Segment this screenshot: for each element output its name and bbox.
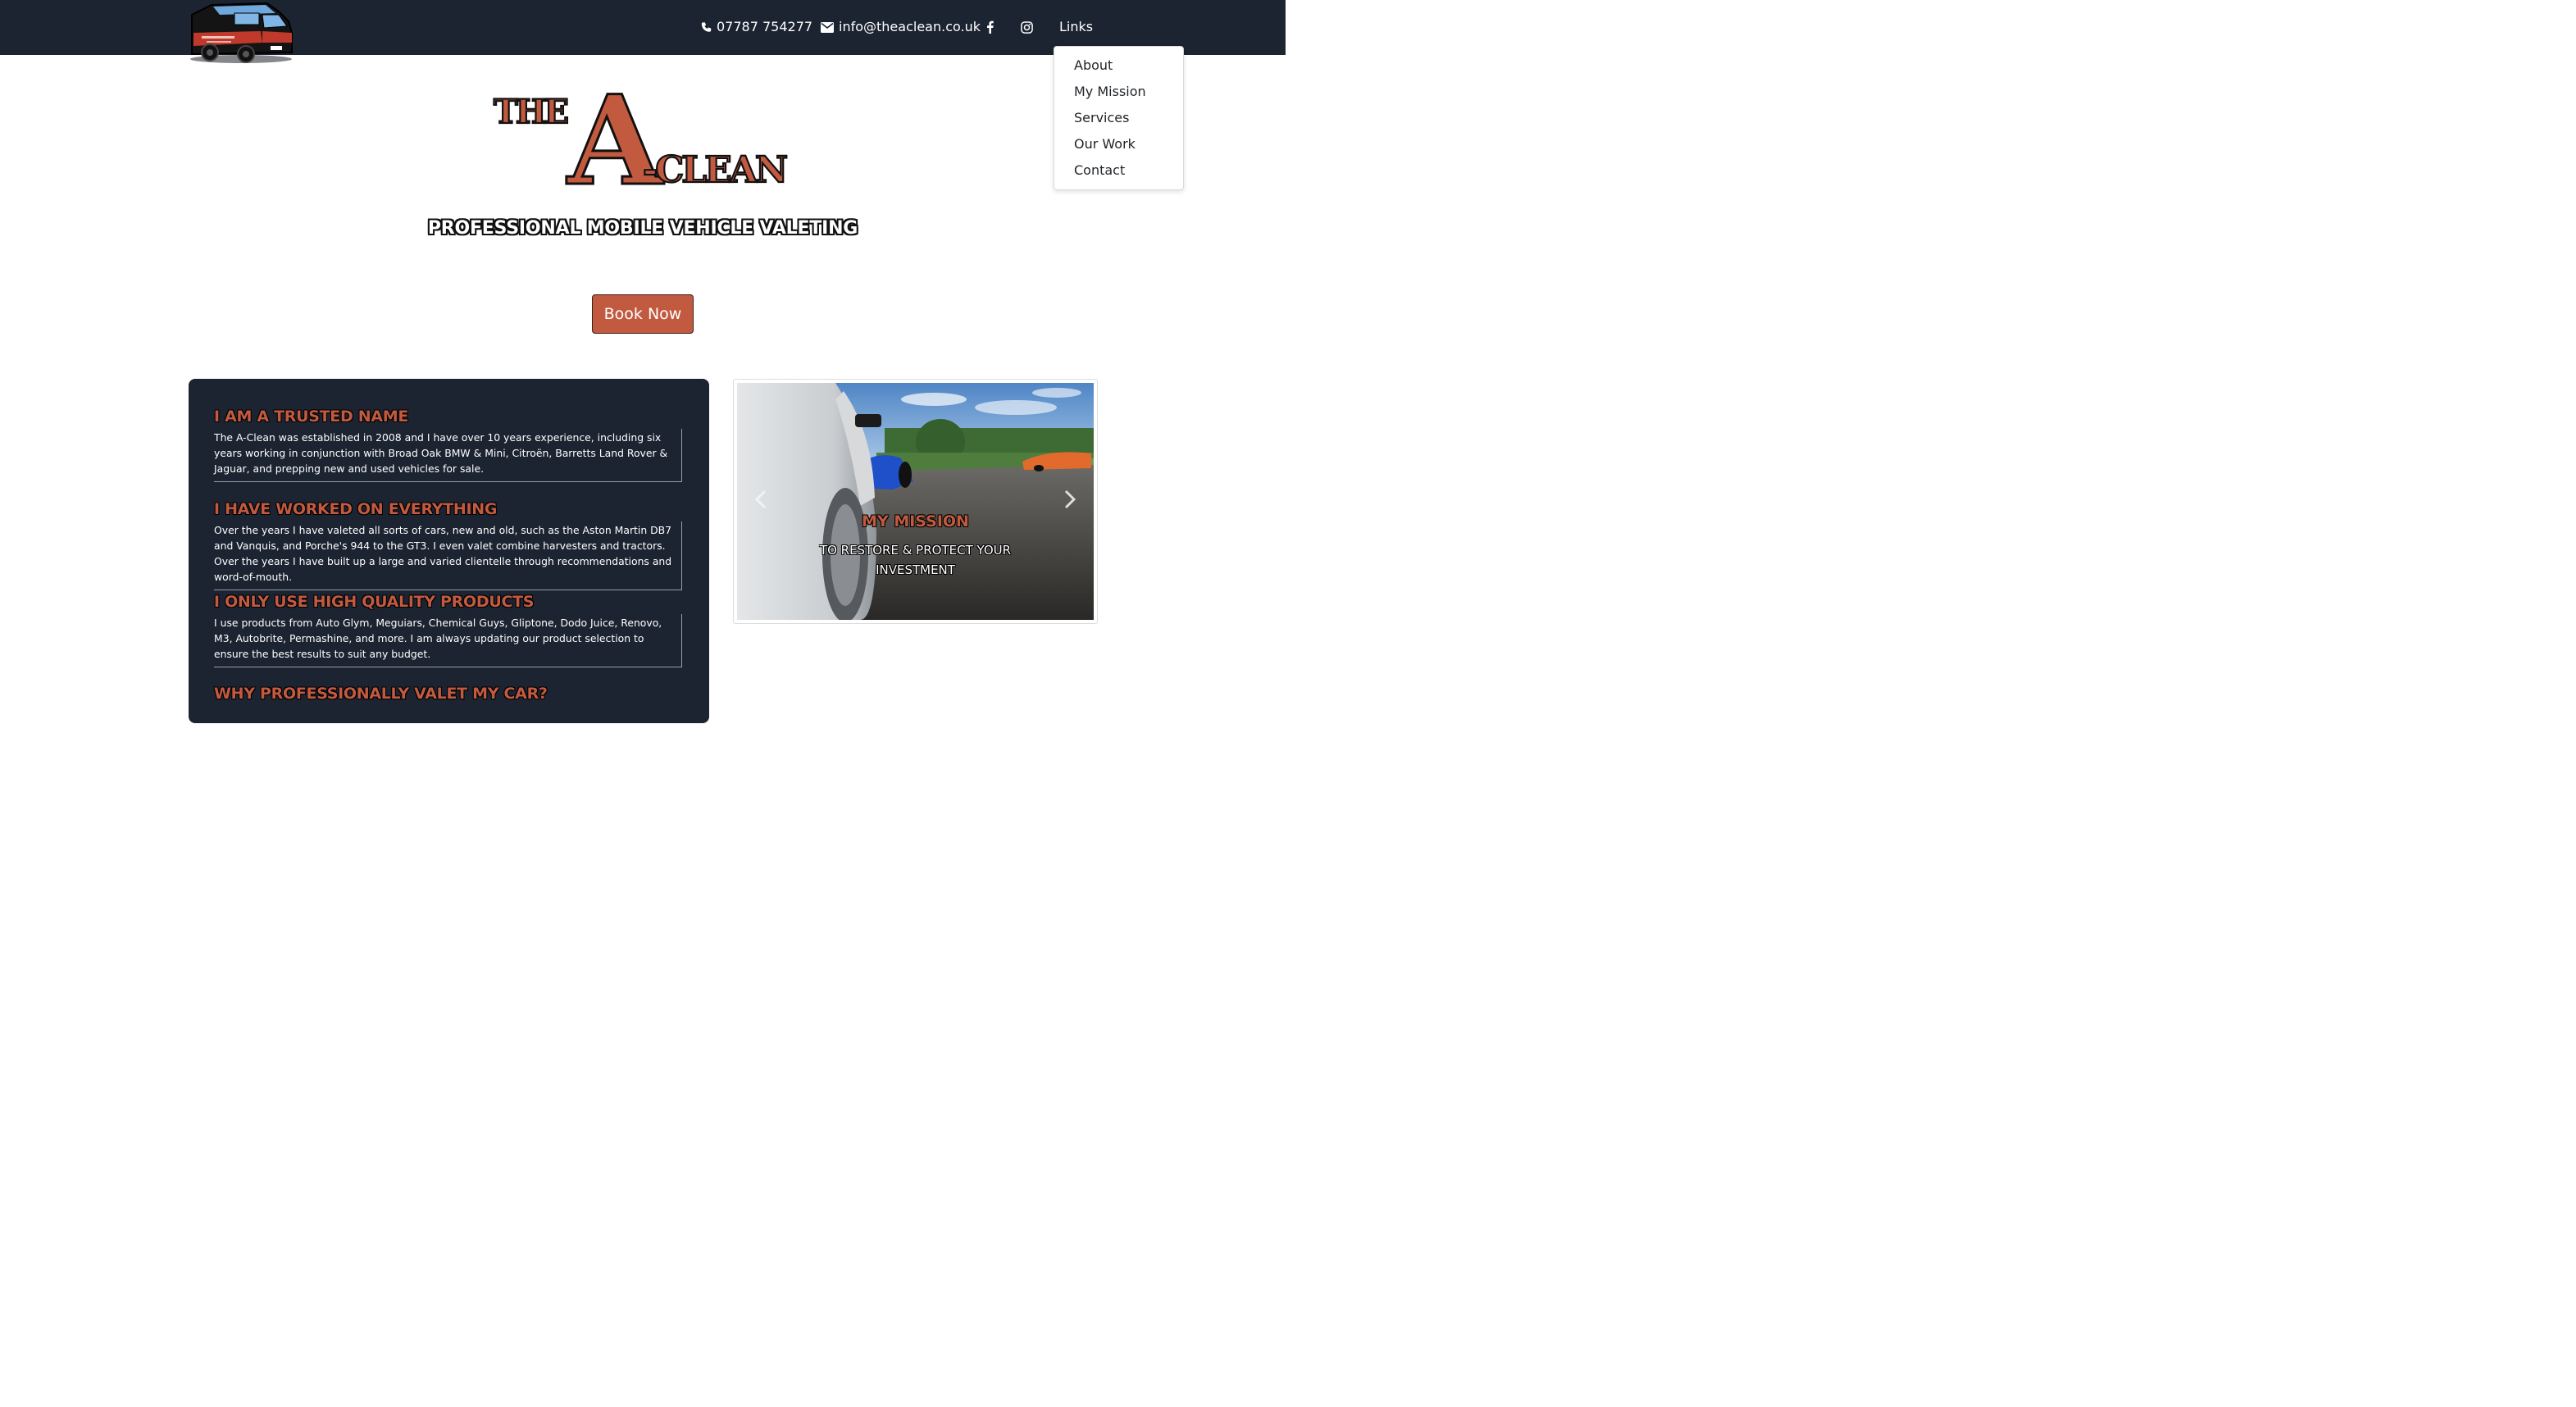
carousel-next-icon[interactable] [1061, 489, 1077, 509]
links-dropdown-toggle[interactable]: Links [1059, 17, 1093, 37]
menu-item-our-work[interactable]: Our Work [1054, 134, 1183, 160]
menu-item-my-mission[interactable]: My Mission [1054, 81, 1183, 107]
hero-tagline: PROFESSIONAL MOBILE VEHICLE VALETING [427, 218, 858, 239]
facebook-icon [987, 20, 994, 34]
menu-item-contact[interactable]: Contact [1054, 160, 1183, 186]
links-label: Links [1059, 19, 1094, 34]
about-section: I HAVE WORKED ON EVERYTHING Over the yea… [214, 497, 682, 590]
email-link[interactable]: info@theaclean.co.uk [821, 17, 981, 37]
logo-text-clean: -CLEAN [643, 149, 787, 189]
carousel-prev-icon[interactable] [753, 489, 770, 509]
section-body: The A-Clean was established in 2008 and … [214, 429, 682, 482]
section-title: I ONLY USE HIGH QUALITY PRODUCTS [214, 593, 535, 611]
logo-text-the: THE [494, 93, 568, 131]
menu-item-about[interactable]: About [1054, 55, 1183, 81]
the-a-clean-logo: THE A -CLEAN [493, 80, 790, 189]
email-address: info@theaclean.co.uk [839, 19, 981, 34]
section-body: Over the years I have valeted all sorts … [214, 521, 682, 590]
instagram-icon [1021, 20, 1033, 34]
envelope-icon [821, 21, 834, 33]
about-card: I AM A TRUSTED NAME The A-Clean was esta… [189, 379, 709, 723]
about-section: I ONLY USE HIGH QUALITY PRODUCTS I use p… [214, 590, 682, 667]
book-now-button[interactable]: Book Now [592, 294, 694, 334]
van-logo-image[interactable] [187, 0, 295, 66]
instagram-link[interactable] [1021, 17, 1033, 37]
carousel-caption-text: TO RESTORE & PROTECT YOUR INVESTMENT [819, 543, 1012, 577]
section-title: I HAVE WORKED ON EVERYTHING [214, 500, 498, 518]
section-title: I AM A TRUSTED NAME [214, 408, 409, 426]
about-section: WHY PROFESSIONALLY VALET MY CAR? [214, 681, 682, 706]
section-body: I use products from Auto Glym, Meguiars,… [214, 614, 682, 667]
phone-icon [701, 22, 712, 32]
carousel-caption-title: MY MISSION [862, 512, 969, 530]
about-section: I AM A TRUSTED NAME The A-Clean was esta… [214, 404, 682, 482]
mission-carousel[interactable]: MY MISSION TO RESTORE & PROTECT YOUR INV… [737, 383, 1094, 620]
facebook-link[interactable] [986, 17, 994, 37]
phone-number: 07787 754277 [717, 19, 813, 34]
menu-item-services[interactable]: Services [1054, 107, 1183, 134]
links-dropdown-menu: About My Mission Services Our Work Conta… [1054, 46, 1184, 190]
section-title: WHY PROFESSIONALLY VALET MY CAR? [214, 685, 548, 703]
phone-link[interactable]: 07787 754277 [701, 17, 812, 37]
car-wash-photo [737, 383, 1094, 620]
